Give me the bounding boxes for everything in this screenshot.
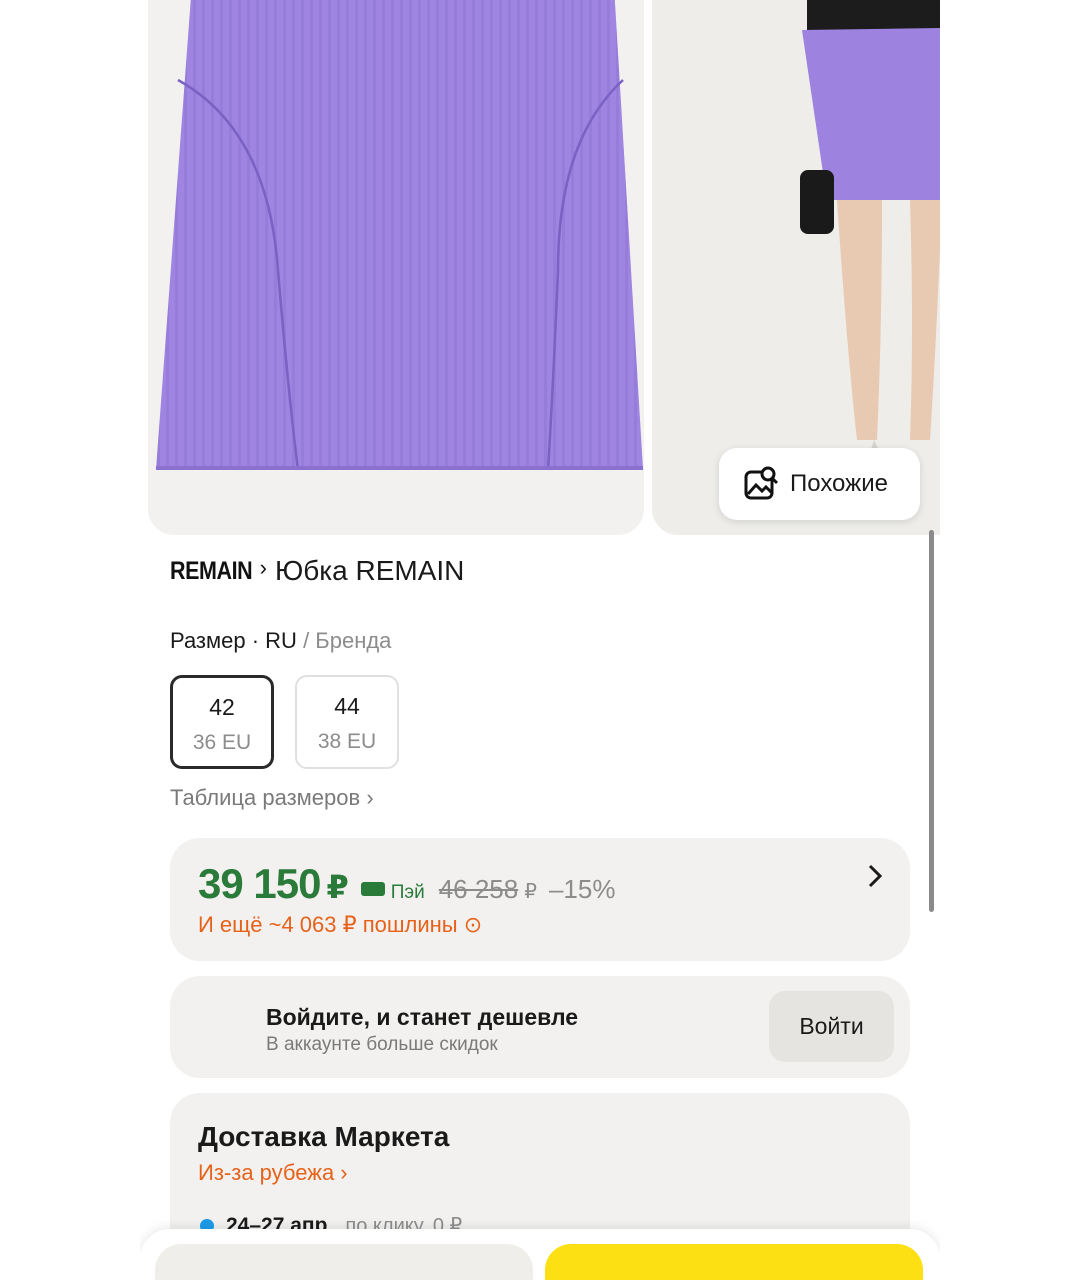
- similar-label: Похожие: [790, 470, 888, 497]
- old-currency: ₽: [524, 881, 537, 903]
- skirt-image: [156, 0, 643, 471]
- pay-label: Пэй: [390, 882, 425, 903]
- login-promo-title: Войдите, и станет дешевле: [266, 1004, 579, 1030]
- discount-badge: –15%: [548, 874, 616, 904]
- currency-sign: ₽: [326, 869, 349, 905]
- size-value: 44: [334, 693, 360, 719]
- size-option-44[interactable]: 44 38 EU: [295, 675, 399, 769]
- image-search-icon: [744, 466, 779, 500]
- size-table-link[interactable]: Таблица размеров ›: [170, 785, 374, 811]
- size-label: Размер · RU / Бренда: [170, 628, 391, 654]
- price-row: 39 150 ₽ Пэй 46 258 ₽ –15%: [198, 860, 615, 908]
- duty-note[interactable]: И ещё ~4 063 ₽ пошлины ⊙: [198, 912, 482, 938]
- old-price: 46 258: [438, 874, 519, 904]
- size-system-label[interactable]: Размер · RU: [170, 628, 297, 653]
- delivery-origin-link[interactable]: Из-за рубежа ›: [198, 1160, 348, 1186]
- bottom-action-bar: [140, 1229, 940, 1280]
- size-eu-value: 38 EU: [317, 730, 377, 753]
- brand-logo[interactable]: REMAIN: [170, 557, 253, 586]
- chevron-right-icon[interactable]: ›: [260, 555, 267, 581]
- photo-gallery[interactable]: Похожие: [140, 0, 940, 535]
- login-button[interactable]: Войти: [769, 991, 894, 1062]
- scrollbar[interactable]: [929, 530, 934, 912]
- login-promo-subtitle: В аккаунте больше скидок: [266, 1034, 498, 1055]
- product-photo-main[interactable]: [148, 0, 644, 535]
- product-title: Юбка REMAIN: [274, 555, 465, 586]
- delivery-title: Доставка Маркета: [198, 1121, 450, 1152]
- product-page: Похожие REMAIN › Юбка REMAIN Размер · RU…: [140, 0, 940, 1280]
- card-icon: [360, 882, 385, 896]
- secondary-action-button[interactable]: [155, 1244, 533, 1280]
- product-title-row: REMAIN › Юбка REMAIN: [170, 555, 464, 587]
- chevron-right-icon: [868, 864, 882, 888]
- size-eu-value: 36 EU: [192, 731, 252, 754]
- size-system-alt[interactable]: / Бренда: [297, 628, 391, 653]
- similar-button[interactable]: Похожие: [719, 448, 920, 520]
- size-option-42[interactable]: 42 36 EU: [170, 675, 274, 769]
- login-promo-card: Войдите, и станет дешевле В аккаунте бол…: [170, 976, 910, 1078]
- price-card[interactable]: 39 150 ₽ Пэй 46 258 ₽ –15% И ещё ~4 063 …: [170, 838, 910, 961]
- current-price: 39 150: [198, 860, 321, 907]
- add-to-cart-button[interactable]: [545, 1244, 923, 1280]
- size-value: 42: [209, 694, 235, 720]
